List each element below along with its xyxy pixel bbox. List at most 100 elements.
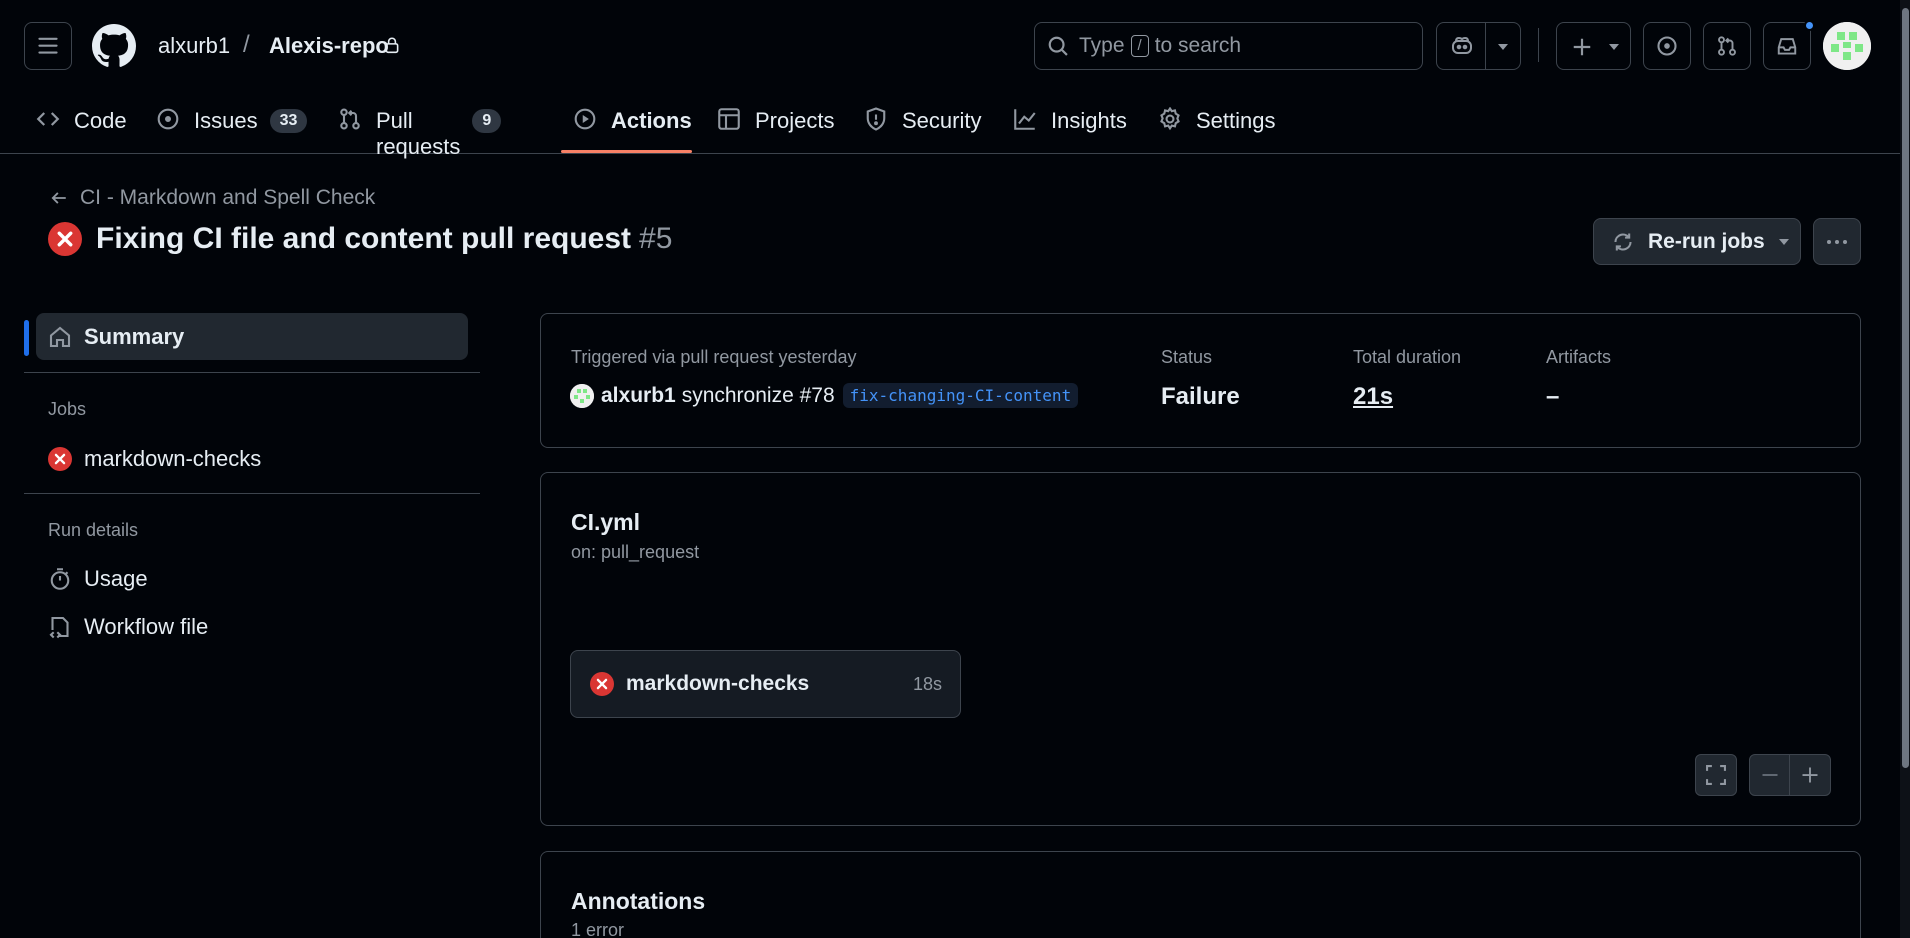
shield-icon [864,107,888,131]
tab-label: Settings [1196,108,1276,133]
screen-full-icon [1706,765,1726,785]
header-divider [1538,28,1539,62]
menu-button[interactable] [24,22,72,70]
actor-name[interactable]: alxurb1 [601,384,676,408]
run-title: Fixing CI file and content pull request [96,222,632,255]
issue-icon [1657,36,1677,56]
tab-settings[interactable]: Settings [1158,98,1276,154]
notification-dot [1804,20,1815,31]
zoom-in-button[interactable] [1790,755,1830,795]
tab-actions[interactable]: Actions [573,98,692,154]
tab-projects[interactable]: Projects [717,98,834,154]
duration-value[interactable]: 21s [1353,383,1393,411]
scrollbar-thumb[interactable] [1902,8,1909,768]
tab-issues[interactable]: Issues 33 [156,98,308,154]
github-logo-icon[interactable] [92,24,136,68]
tab-label: Security [902,108,982,133]
page-title: Fixing CI file and content pull request … [48,222,672,256]
issues-shortcut-button[interactable] [1643,22,1691,70]
copilot-button[interactable] [1436,22,1521,70]
tab-label: Pull requests [376,108,461,159]
sidebar-item-usage[interactable]: Usage [48,566,148,592]
breadcrumb-separator: / [243,31,250,58]
x-circle-fill-icon [48,222,82,256]
status-label: Status [1161,347,1213,367]
inbox-icon [1777,38,1797,55]
workflow-graph-panel [540,472,1861,826]
trigger-details: alxurb1 synchronize #78 fix-changing-CI-… [570,383,1079,408]
artifacts-label: Artifacts [1546,347,1612,367]
sidebar-divider [24,493,480,494]
rerun-jobs-label: Re-run jobs [1648,229,1765,253]
tab-security[interactable]: Security [864,98,981,154]
file-code-icon [48,615,72,639]
x-circle-fill-icon [590,672,614,696]
workflow-trigger: on: pull_request [571,542,700,562]
copilot-icon [1450,35,1474,57]
workflow-file-name: CI.yml [571,509,641,535]
create-new-button[interactable] [1556,22,1631,70]
branch-label[interactable]: fix-changing-CI-content [842,383,1079,408]
jobs-heading: Jobs [48,399,87,419]
workflow-name: CI - Markdown and Spell Check [80,186,376,209]
annotations-panel [540,851,1861,938]
play-icon [573,107,597,131]
workflow-back-link[interactable]: CI - Markdown and Spell Check [50,186,375,210]
breadcrumb-owner[interactable]: alxurb1 [158,33,230,59]
duration-label: Total duration [1353,347,1462,367]
status-value: Failure [1161,383,1240,410]
breadcrumb-repo[interactable]: Alexis-repo [269,33,389,59]
sidebar-item-summary[interactable]: Summary [36,313,468,360]
tab-insights[interactable]: Insights [1013,98,1127,154]
avatar[interactable] [1823,22,1871,70]
sidebar-item-workflow-file[interactable]: Workflow file [48,614,208,640]
stopwatch-icon [48,567,72,591]
more-options-button[interactable] [1813,218,1861,265]
search-input[interactable]: Type / to search [1034,22,1423,70]
trigger-event[interactable]: synchronize #78 [682,384,835,408]
actor-avatar[interactable] [570,383,594,408]
chevron-down-icon [1777,237,1791,247]
copilot-divider [1485,23,1486,69]
chevron-down-icon [1496,42,1510,52]
job-card[interactable]: markdown-checks 18s [570,650,961,718]
pull-requests-shortcut-button[interactable] [1703,22,1751,70]
annotations-count: 1 error [571,920,625,938]
arrow-left-icon [51,192,66,204]
run-summary-panel [540,313,1861,448]
rerun-jobs-button[interactable]: Re-run jobs [1593,218,1801,265]
job-duration: 18s [912,673,942,694]
tab-label: Code [74,108,127,133]
plus-icon [1571,36,1593,58]
pull-request-icon [1718,36,1736,56]
hamburger-icon [38,37,58,54]
table-icon [717,107,741,131]
pull-request-icon [338,107,362,131]
tab-code[interactable]: Code [36,98,127,154]
tab-label: Issues [194,108,258,133]
issues-count-badge: 33 [269,109,308,133]
sidebar-item-label: Summary [84,323,185,349]
gear-icon [1158,107,1182,131]
tab-pull-requests[interactable]: Pull requests 9 [338,98,502,159]
x-circle-fill-icon [48,447,72,471]
chevron-down-icon [1607,42,1621,52]
sidebar-item-label: markdown-checks [84,446,262,471]
zoom-out-button[interactable] [1750,755,1791,795]
kebab-horizontal-icon [1827,239,1847,244]
run-details-heading: Run details [48,520,139,540]
inbox-button[interactable] [1763,22,1811,70]
job-name: markdown-checks [626,672,810,695]
search-placeholder-prefix: Type [1079,34,1125,57]
run-number: #5 [639,222,673,255]
triggered-label: Triggered via pull request yesterday [571,347,857,367]
search-icon [1047,35,1069,57]
sync-icon [1612,231,1634,253]
home-icon [48,325,72,349]
lock-icon [383,35,401,55]
annotations-title: Annotations [571,888,706,914]
sidebar-item-job[interactable]: markdown-checks [48,446,261,472]
code-icon [36,107,60,131]
sidebar-item-label: Workflow file [84,614,209,639]
fullscreen-button[interactable] [1695,754,1737,796]
